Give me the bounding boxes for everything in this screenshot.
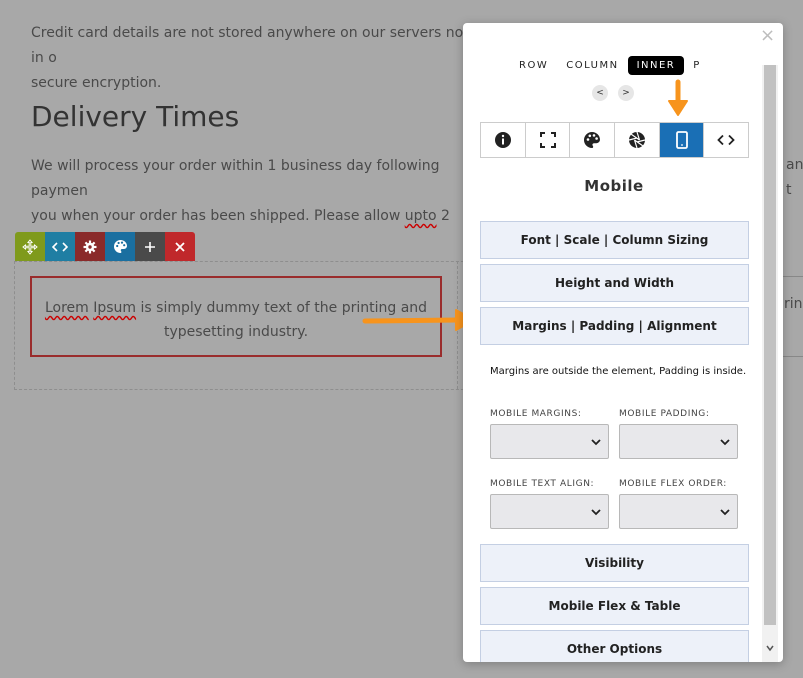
- mobile-padding-select[interactable]: [619, 424, 738, 459]
- font-scale-button[interactable]: Font | Scale | Column Sizing: [480, 221, 749, 259]
- section-title: Mobile: [584, 177, 644, 195]
- margins-padding-button[interactable]: Margins | Padding | Alignment: [480, 307, 749, 345]
- panel-scrollbar[interactable]: [762, 65, 778, 662]
- mobile-flex-order-label: MOBILE FLEX ORDER:: [619, 479, 727, 489]
- height-width-button[interactable]: Height and Width: [480, 264, 749, 302]
- right-element-box: [782, 276, 803, 357]
- gear-icon[interactable]: [75, 232, 105, 261]
- delivery-line-2-a: you when your order has been shipped. Pl…: [31, 208, 405, 224]
- spellcheck-word: upto: [404, 208, 437, 224]
- mobile-margins-select[interactable]: [490, 424, 609, 459]
- chevron-down-icon: [720, 439, 730, 446]
- scroll-down-icon[interactable]: [762, 643, 778, 659]
- mobile-margins-label: MOBILE MARGINS:: [490, 409, 582, 419]
- element-toolbar: [15, 232, 195, 261]
- icon-tabs: [480, 122, 749, 158]
- arrow-down-annotation: [668, 79, 688, 116]
- palette-icon[interactable]: [105, 232, 135, 261]
- other-options-button[interactable]: Other Options: [480, 630, 749, 662]
- move-icon[interactable]: [15, 232, 45, 261]
- fullscreen-icon[interactable]: [525, 123, 571, 157]
- info-icon[interactable]: [481, 123, 526, 157]
- intro-paragraph: Credit card details are not stored anywh…: [31, 21, 471, 96]
- aperture-icon[interactable]: [615, 123, 660, 157]
- nav-arrows: < >: [592, 85, 634, 101]
- mobile-flex-table-button[interactable]: Mobile Flex & Table: [480, 587, 749, 625]
- help-text: Margins are outside the element, Padding…: [490, 366, 747, 377]
- delivery-heading: Delivery Times: [31, 100, 240, 133]
- mobile-padding-label: MOBILE PADDING:: [619, 409, 710, 419]
- close-icon[interactable]: [165, 232, 195, 261]
- plus-icon[interactable]: [135, 232, 165, 261]
- mobile-icon[interactable]: [659, 123, 705, 157]
- visibility-button[interactable]: Visibility: [480, 544, 749, 582]
- level-tab-p[interactable]: P: [684, 56, 710, 75]
- chevron-down-icon: [591, 509, 601, 516]
- delivery-line-1: We will process your order within 1 busi…: [31, 158, 440, 199]
- scroll-thumb[interactable]: [764, 65, 776, 625]
- code-icon[interactable]: [45, 232, 75, 261]
- code-icon[interactable]: [704, 123, 749, 157]
- mobile-text-align-select[interactable]: [490, 494, 609, 529]
- right-text-fragment-1: anno: [786, 157, 803, 173]
- level-tab-column[interactable]: COLUMN: [557, 56, 627, 75]
- prev-button[interactable]: <: [592, 85, 608, 101]
- panel-close-button[interactable]: ×: [760, 27, 775, 45]
- settings-panel: × ROW COLUMN INNER P < > Mobile Font | S…: [463, 23, 783, 662]
- next-button[interactable]: >: [618, 85, 634, 101]
- level-tab-inner[interactable]: INNER: [627, 56, 685, 75]
- mobile-flex-order-select[interactable]: [619, 494, 738, 529]
- arrow-right-annotation: [362, 309, 475, 331]
- level-tabs: ROW COLUMN INNER P: [510, 56, 710, 75]
- intro-line-1: Credit card details are not stored anywh…: [31, 25, 469, 66]
- right-text-fragment-2: t: [786, 182, 792, 198]
- ipsum-word: Ipsum: [93, 300, 137, 316]
- palette-icon[interactable]: [570, 123, 616, 157]
- chevron-down-icon: [720, 509, 730, 516]
- level-tab-row[interactable]: ROW: [510, 56, 557, 75]
- lorem-word: Lorem: [44, 300, 89, 316]
- chevron-down-icon: [591, 439, 601, 446]
- mobile-text-align-label: MOBILE TEXT ALIGN:: [490, 479, 595, 489]
- intro-line-2: secure encryption.: [31, 75, 162, 91]
